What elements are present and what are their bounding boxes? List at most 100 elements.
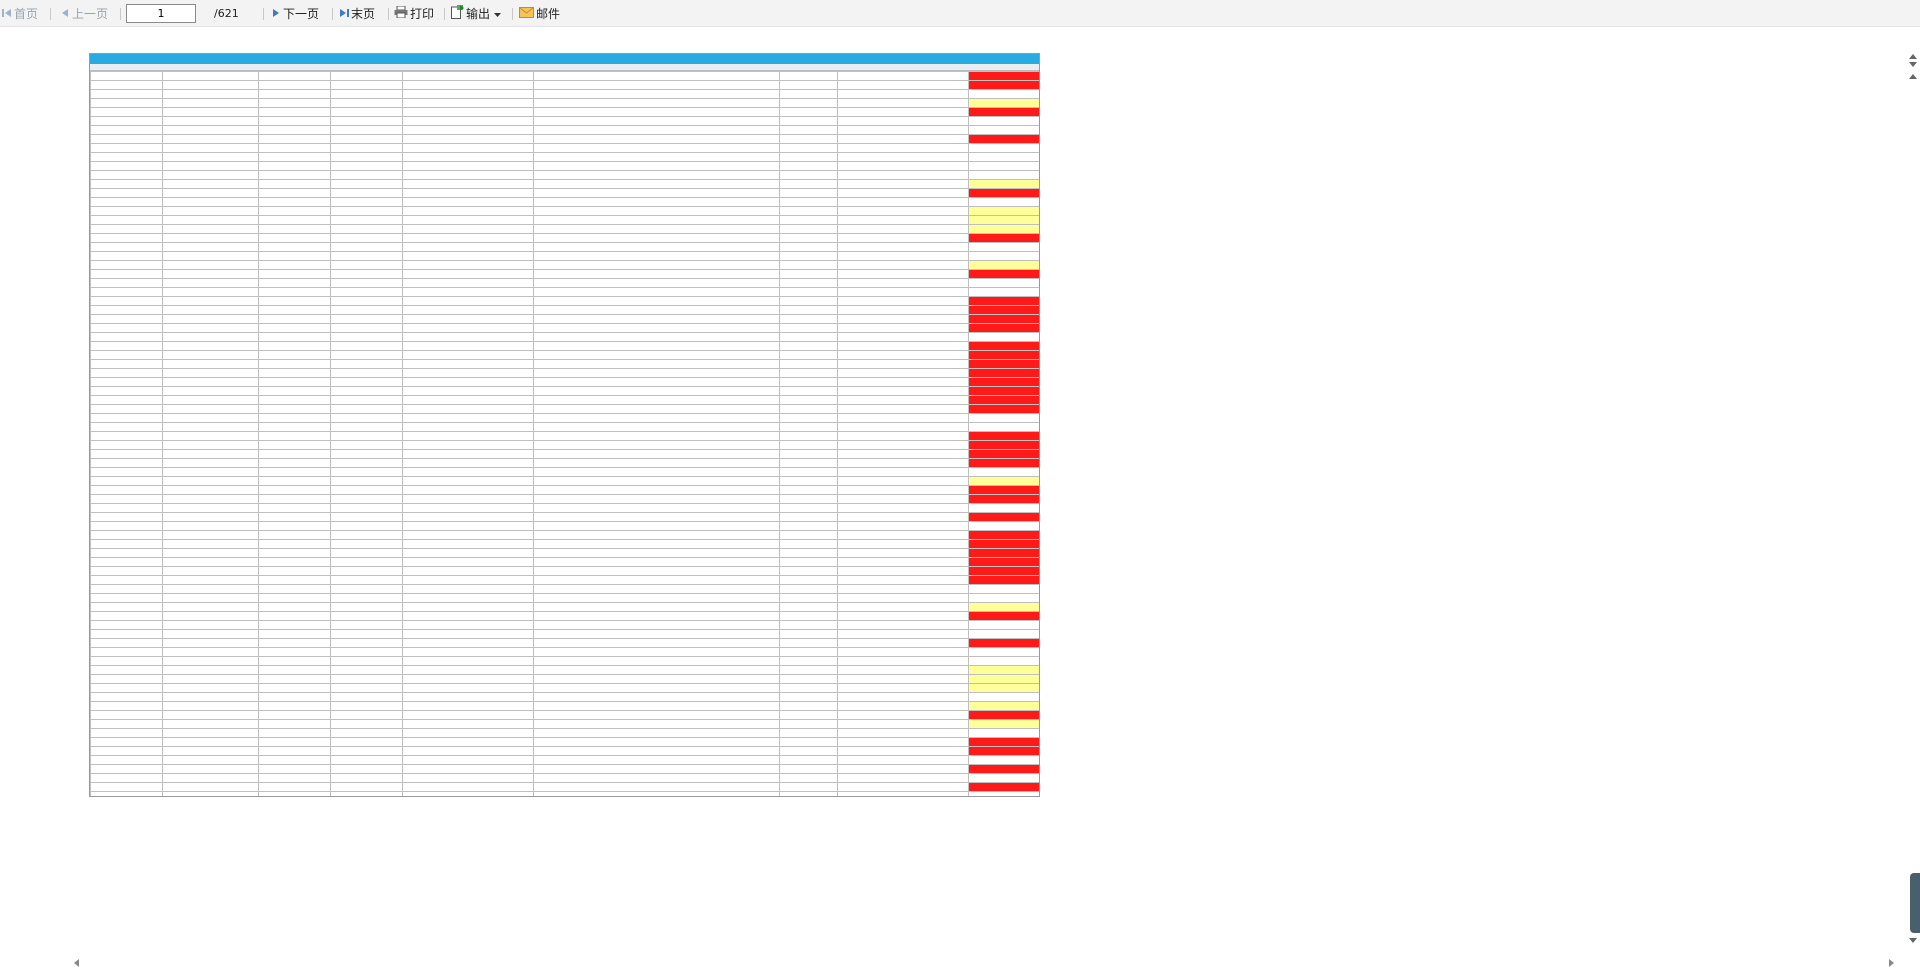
vertical-scrollbar[interactable] xyxy=(1906,50,1920,960)
table-cell xyxy=(779,584,838,594)
table-cell xyxy=(533,692,780,702)
table-cell xyxy=(837,602,969,612)
horizontal-scrollbar[interactable] xyxy=(74,956,1894,968)
table-cell xyxy=(330,521,403,531)
table-cell xyxy=(402,476,534,486)
table-cell xyxy=(402,584,534,594)
table-cell xyxy=(330,152,403,162)
table-row xyxy=(90,197,1039,207)
table-cell xyxy=(330,287,403,297)
table-cell xyxy=(533,431,780,441)
table-cell xyxy=(258,503,331,513)
table-cell xyxy=(90,539,163,549)
export-dropdown-button[interactable]: 输出 xyxy=(451,4,502,23)
rate-cell xyxy=(968,710,1039,720)
rate-cell xyxy=(968,440,1039,450)
first-page-button[interactable]: 首页 xyxy=(2,4,38,23)
table-row xyxy=(90,701,1039,711)
rate-cell xyxy=(968,125,1039,135)
rate-cell xyxy=(968,674,1039,684)
table-cell xyxy=(779,152,838,162)
next-page-button[interactable]: 下一页 xyxy=(271,4,319,23)
table-cell xyxy=(330,512,403,522)
scroll-down-icon[interactable] xyxy=(1909,938,1917,943)
rate-cell xyxy=(968,170,1039,180)
table-cell xyxy=(330,170,403,180)
table-row xyxy=(90,134,1039,144)
table-cell xyxy=(533,620,780,630)
table-cell xyxy=(402,170,534,180)
table-cell xyxy=(837,737,969,747)
table-cell xyxy=(258,305,331,315)
table-cell xyxy=(90,782,163,792)
prev-page-button[interactable]: 上一页 xyxy=(60,4,108,23)
table-cell xyxy=(779,728,838,738)
table-cell xyxy=(779,539,838,549)
table-cell xyxy=(162,683,259,693)
table-cell xyxy=(330,503,403,513)
table-cell xyxy=(90,341,163,351)
table-cell xyxy=(330,395,403,405)
table-row xyxy=(90,593,1039,603)
scroll-down-icon[interactable] xyxy=(1909,62,1917,67)
table-cell xyxy=(533,197,780,207)
table-cell xyxy=(330,575,403,585)
table-cell xyxy=(162,584,259,594)
table-cell xyxy=(533,215,780,225)
table-row xyxy=(90,512,1039,522)
table-row xyxy=(90,728,1039,738)
table-row xyxy=(90,143,1039,153)
rate-cell xyxy=(968,476,1039,486)
table-cell xyxy=(779,773,838,783)
table-cell xyxy=(533,719,780,729)
table-cell xyxy=(258,476,331,486)
table-cell xyxy=(402,125,534,135)
rate-cell xyxy=(968,791,1039,796)
scroll-up-icon[interactable] xyxy=(1909,74,1917,79)
print-button[interactable]: 打印 xyxy=(394,4,434,23)
table-cell xyxy=(837,485,969,495)
table-cell xyxy=(837,386,969,396)
scroll-up-icon[interactable] xyxy=(1909,54,1917,59)
table-cell xyxy=(402,701,534,711)
last-page-button[interactable]: 末页 xyxy=(339,4,375,23)
table-cell xyxy=(402,458,534,468)
prev-page-label: 上一页 xyxy=(72,7,109,21)
table-cell xyxy=(533,674,780,684)
table-cell xyxy=(402,755,534,765)
rate-cell xyxy=(968,728,1039,738)
table-cell xyxy=(837,251,969,261)
table-row xyxy=(90,386,1039,396)
table-cell xyxy=(258,413,331,423)
table-cell xyxy=(533,755,780,765)
rate-cell xyxy=(968,593,1039,603)
table-cell xyxy=(90,485,163,495)
mail-button[interactable]: 邮件 xyxy=(519,4,560,23)
rate-cell xyxy=(968,782,1039,792)
table-cell xyxy=(258,260,331,270)
table-cell xyxy=(837,341,969,351)
table-row xyxy=(90,503,1039,513)
table-cell xyxy=(90,692,163,702)
table-cell xyxy=(258,161,331,171)
page-number-input[interactable] xyxy=(126,4,196,23)
table-cell xyxy=(162,746,259,756)
scroll-left-icon[interactable] xyxy=(74,959,79,967)
table-row xyxy=(90,359,1039,369)
table-cell xyxy=(90,278,163,288)
table-cell xyxy=(330,629,403,639)
table-cell xyxy=(330,647,403,657)
table-cell xyxy=(533,251,780,261)
table-cell xyxy=(402,764,534,774)
rate-cell xyxy=(968,458,1039,468)
table-cell xyxy=(837,287,969,297)
table-cell xyxy=(330,260,403,270)
table-cell xyxy=(533,422,780,432)
side-panel-handle[interactable] xyxy=(1910,873,1920,933)
table-row xyxy=(90,296,1039,306)
table-cell xyxy=(162,737,259,747)
scroll-right-icon[interactable] xyxy=(1889,959,1894,967)
table-cell xyxy=(162,422,259,432)
table-cell xyxy=(837,710,969,720)
rate-cell xyxy=(968,314,1039,324)
